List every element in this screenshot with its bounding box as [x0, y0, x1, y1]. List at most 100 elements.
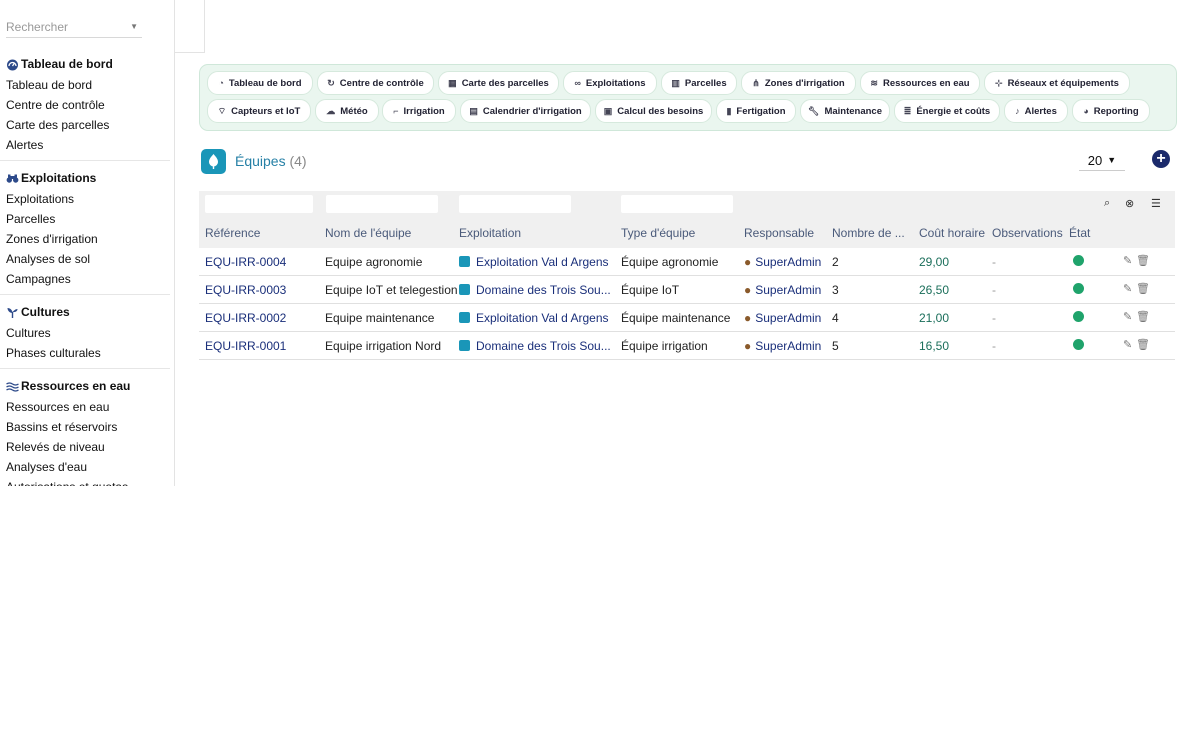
dashboard-icon — [6, 58, 19, 71]
cell-exploitation-link[interactable]: Exploitation Val d Argens — [476, 255, 609, 269]
delete-icon[interactable]: 🗑︎ — [1136, 338, 1150, 351]
cell-exploitation-link[interactable]: Domaine des Trois Sou... — [476, 339, 611, 353]
nav-pill-maintenance[interactable]: 🔧︎ Maintenance — [800, 99, 890, 123]
sidebar-item-exploitations[interactable]: Exploitations — [0, 189, 170, 209]
column-header-reference[interactable]: Référence — [205, 226, 260, 240]
cell-exploitation[interactable]: Domaine des Trois Sou... — [459, 283, 611, 297]
nav-pill-tableau-de-bord[interactable]: ◔ Tableau de bord — [207, 71, 313, 95]
table-row[interactable]: EQU-IRR-0004 Equipe agronomie Exploitati… — [199, 248, 1175, 276]
column-header-observations[interactable]: Observations — [992, 226, 1063, 240]
add-button[interactable]: + — [1152, 150, 1170, 168]
sidebar-item-zones-irrigation[interactable]: Zones d'irrigation — [0, 229, 170, 249]
column-header-type[interactable]: Type d'équipe — [621, 226, 695, 240]
cell-exploitation[interactable]: Exploitation Val d Argens — [459, 255, 611, 269]
nav-pill-irrigation[interactable]: ⌐ Irrigation — [382, 99, 456, 123]
search-select[interactable]: Rechercher ▼ — [6, 16, 142, 38]
menu-title-dashboard[interactable]: Tableau de bord — [0, 53, 170, 75]
table-row[interactable]: EQU-IRR-0003 Equipe IoT et telegestion D… — [199, 276, 1175, 304]
menu-title-exploitations[interactable]: Exploitations — [0, 167, 170, 189]
sidebar-item-autorisations-et-quotas[interactable]: Autorisations et quotas — [0, 477, 170, 486]
list-columns-icon[interactable]: ☰ — [1151, 197, 1161, 210]
table-row[interactable]: EQU-IRR-0002 Equipe maintenance Exploita… — [199, 304, 1175, 332]
cell-reference[interactable]: EQU-IRR-0001 — [205, 339, 286, 353]
module-logo-icon — [201, 149, 226, 174]
cell-responsable[interactable]: ● SuperAdmin — [744, 283, 821, 297]
table-row[interactable]: EQU-IRR-0001 Equipe irrigation Nord Doma… — [199, 332, 1175, 360]
nav-pill-parcelles[interactable]: ▥ Parcelles — [661, 71, 737, 95]
sidebar-item-cultures[interactable]: Cultures — [0, 323, 170, 343]
nav-pill-label: Énergie et coûts — [916, 105, 991, 117]
menu-title-cultures[interactable]: Cultures — [0, 301, 170, 323]
edit-icon[interactable]: ✎ — [1123, 310, 1132, 323]
menu-title-label: Ressources en eau — [21, 379, 131, 393]
sidebar-item-phases-culturales[interactable]: Phases culturales — [0, 343, 170, 363]
delete-icon[interactable]: 🗑︎ — [1136, 254, 1150, 267]
nav-pill-energie-et-couts[interactable]: ≣ Énergie et coûts — [894, 99, 1000, 123]
cell-responsable-link[interactable]: SuperAdmin — [755, 283, 821, 297]
nav-pill-label: Réseaux et équipements — [1007, 77, 1119, 89]
column-header-exploitation[interactable]: Exploitation — [459, 226, 521, 240]
filter-reference-input[interactable] — [205, 195, 313, 213]
nav-pill-exploitations[interactable]: ∞ Exploitations — [563, 71, 657, 95]
cell-responsable[interactable]: ● SuperAdmin — [744, 311, 821, 325]
cell-responsable-link[interactable]: SuperAdmin — [755, 339, 821, 353]
column-header-nom[interactable]: Nom de l'équipe — [325, 226, 411, 240]
cell-exploitation[interactable]: Exploitation Val d Argens — [459, 311, 611, 325]
delete-icon[interactable]: 🗑︎ — [1136, 282, 1150, 295]
nav-pill-zones-irrigation[interactable]: ⋔ Zones d'irrigation — [741, 71, 856, 95]
sidebar-item-analyses-eau[interactable]: Analyses d'eau — [0, 457, 170, 477]
edit-icon[interactable]: ✎ — [1123, 338, 1132, 351]
sidebar-item-ressources-en-eau[interactable]: Ressources en eau — [0, 397, 170, 417]
chevron-down-icon[interactable]: ▼ — [130, 22, 138, 31]
nav-pill-label: Capteurs et IoT — [231, 105, 301, 117]
column-header-cout-horaire[interactable]: Coût horaire — [919, 226, 985, 240]
cell-reference[interactable]: EQU-IRR-0004 — [205, 255, 286, 269]
sidebar-item-parcelles[interactable]: Parcelles — [0, 209, 170, 229]
sidebar-item-bassins-et-reservoirs[interactable]: Bassins et réservoirs — [0, 417, 170, 437]
cell-exploitation-link[interactable]: Domaine des Trois Sou... — [476, 283, 611, 297]
sidebar-item-analyses-de-sol[interactable]: Analyses de sol — [0, 249, 170, 269]
nav-pill-meteo[interactable]: ☁ Météo — [315, 99, 379, 123]
cell-responsable-link[interactable]: SuperAdmin — [755, 255, 821, 269]
filter-nom-input[interactable] — [326, 195, 438, 213]
edit-icon[interactable]: ✎ — [1123, 254, 1132, 267]
sidebar-item-releves-de-niveau[interactable]: Relevés de niveau — [0, 437, 170, 457]
sidebar-item-tableau-de-bord[interactable]: Tableau de bord — [0, 75, 170, 95]
column-header-etat[interactable]: État — [1069, 226, 1090, 240]
edit-icon[interactable]: ✎ — [1123, 282, 1132, 295]
cell-responsable[interactable]: ● SuperAdmin — [744, 255, 821, 269]
nav-pill-ressources-en-eau[interactable]: ≋ Ressources en eau — [860, 71, 980, 95]
cell-exploitation[interactable]: Domaine des Trois Sou... — [459, 339, 611, 353]
cell-exploitation-link[interactable]: Exploitation Val d Argens — [476, 311, 609, 325]
cell-responsable-link[interactable]: SuperAdmin — [755, 311, 821, 325]
nav-pill-fertigation[interactable]: ▮ Fertigation — [716, 99, 796, 123]
filter-exploitation-input[interactable] — [459, 195, 571, 213]
sidebar-item-centre-de-controle[interactable]: Centre de contrôle — [0, 95, 170, 115]
cell-reference[interactable]: EQU-IRR-0002 — [205, 311, 286, 325]
nav-pill-calcul-des-besoins[interactable]: ▣ Calcul des besoins — [595, 99, 712, 123]
page-size-select[interactable]: 20 ▼ — [1079, 150, 1125, 171]
nav-pill-capteurs-et-iot[interactable]: ⌔ Capteurs et IoT — [207, 99, 311, 123]
filter-type-input[interactable] — [621, 195, 733, 213]
bottle-icon: ▮ — [726, 105, 732, 116]
nav-pill-carte-des-parcelles[interactable]: ▦ Carte des parcelles — [438, 71, 559, 95]
column-header-responsable[interactable]: Responsable — [744, 226, 814, 240]
nav-pill-label: Irrigation — [403, 105, 445, 117]
sidebar-item-alertes[interactable]: Alertes — [0, 135, 170, 155]
menu-title-ressources-en-eau[interactable]: Ressources en eau — [0, 375, 170, 397]
nav-pill-centre-de-controle[interactable]: ↻ Centre de contrôle — [317, 71, 434, 95]
sidebar-item-campagnes[interactable]: Campagnes — [0, 269, 170, 289]
delete-icon[interactable]: 🗑︎ — [1136, 310, 1150, 323]
nav-pill-label: Reporting — [1093, 105, 1139, 117]
sidebar-item-carte-des-parcelles[interactable]: Carte des parcelles — [0, 115, 170, 135]
clear-filter-icon[interactable]: ⊗ — [1125, 197, 1134, 210]
cell-reference[interactable]: EQU-IRR-0003 — [205, 283, 286, 297]
column-header-nombre[interactable]: Nombre de ... — [832, 226, 905, 240]
cell-responsable[interactable]: ● SuperAdmin — [744, 339, 821, 353]
nav-pill-alertes[interactable]: ♪ Alertes — [1004, 99, 1068, 123]
search-icon[interactable]: ⌕ — [1104, 197, 1110, 210]
nav-pill-calendrier-irrigation[interactable]: ▤ Calendrier d'irrigation — [460, 99, 591, 123]
nav-pill-reseaux-et-equipements[interactable]: ⊹ Réseaux et équipements — [984, 71, 1130, 95]
nav-pill-reporting[interactable]: ◕ Reporting — [1072, 99, 1150, 123]
cell-cout-horaire: 21,00 — [919, 311, 950, 325]
